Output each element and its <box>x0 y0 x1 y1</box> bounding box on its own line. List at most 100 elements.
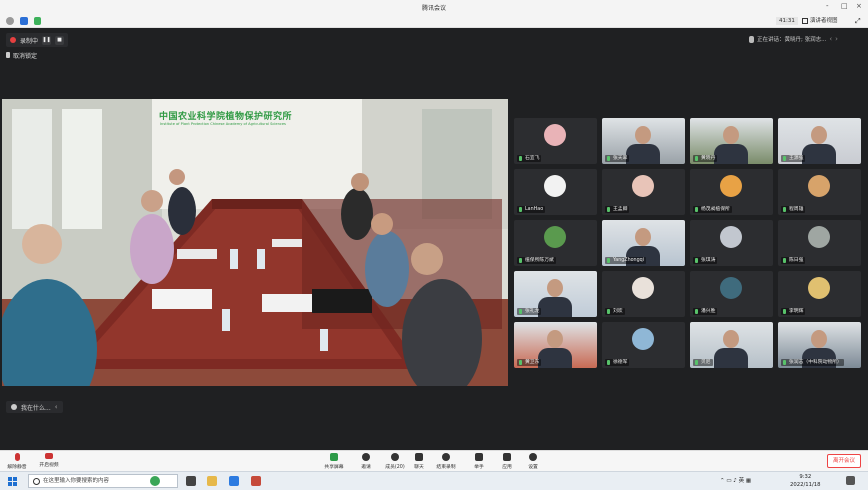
settings-label: 设置 <box>528 465 538 470</box>
recording-icon <box>10 37 16 43</box>
participant-tile[interactable]: 张润志（中科院动物所） <box>778 322 861 368</box>
participant-tile[interactable]: 黄晓丹 <box>690 118 773 164</box>
info-icon[interactable] <box>6 17 14 25</box>
participant-avatar <box>632 328 654 350</box>
participant-avatar <box>544 124 566 146</box>
participant-tile[interactable]: 王源强 <box>778 118 861 164</box>
windows-taskbar: 在这里输入你要搜索的内容 ⌃ ▭ ♪ 英 ▦ 9:32 2022/11/18 <box>0 471 868 490</box>
participant-avatar <box>632 175 654 197</box>
file-explorer-icon[interactable] <box>207 476 217 486</box>
participant-tile[interactable]: 植保所陈万斌 <box>514 220 597 266</box>
participant-tile[interactable]: 杨茂昶植保所 <box>690 169 773 215</box>
participant-name: 石宜飞 <box>517 155 542 162</box>
participant-tile[interactable]: 黄卫东 <box>514 322 597 368</box>
ime-indicator[interactable]: 英 <box>739 478 745 484</box>
talking-indicator: 正在讲话：黄晓丹; 张润志... ‹ › <box>749 33 838 45</box>
unlock-video-button[interactable]: 取消锁定 <box>6 50 37 60</box>
participant-tile[interactable]: 王孟卿 <box>602 169 685 215</box>
participant-avatar <box>808 175 830 197</box>
speaker-bar[interactable]: 我在什么... ‹ <box>6 401 63 413</box>
participant-name: 贝尼 <box>693 359 713 366</box>
participant-tile[interactable]: 陈日强 <box>778 220 861 266</box>
minimize-button[interactable]: - <box>826 2 829 10</box>
participant-name: LanHao <box>517 206 546 213</box>
system-tray[interactable]: ⌃ ▭ ♪ 英 ▦ <box>720 476 751 484</box>
raise-hand-button[interactable]: 举手 <box>466 453 492 470</box>
previous-page-button[interactable]: ‹ <box>829 35 832 43</box>
meeting-infobar: 41:31 演讲者视图 ⤢ <box>0 14 868 28</box>
weather-icon[interactable] <box>150 476 160 486</box>
chat-button[interactable]: 聊天 <box>406 453 432 470</box>
participant-tile[interactable]: 李明辉 <box>778 271 861 317</box>
stop-recording-button[interactable]: ■ <box>55 35 65 45</box>
next-page-button[interactable]: › <box>835 35 838 43</box>
chat-label: 聊天 <box>414 465 424 470</box>
participant-avatar <box>720 226 742 248</box>
participant-name: 王源强 <box>781 155 806 162</box>
participant-tile[interactable]: LanHao <box>514 169 597 215</box>
participant-name: 陈日强 <box>781 257 806 264</box>
participant-name: 张天翠 <box>605 155 630 162</box>
taskbar-clock[interactable]: 9:32 2022/11/18 <box>790 473 821 489</box>
participant-tile[interactable]: 刘欢 <box>602 271 685 317</box>
task-view-icon[interactable] <box>186 476 196 486</box>
notification-icon[interactable] <box>846 476 855 485</box>
participant-figure <box>723 126 739 144</box>
participant-avatar <box>808 277 830 299</box>
view-mode-button[interactable]: 演讲者视图 <box>801 17 838 25</box>
main-video[interactable]: 中国农业科学院植物保护研究所 Institute of Plant Protec… <box>2 99 508 386</box>
microphone-icon <box>749 35 754 43</box>
windows-start-icon[interactable] <box>8 477 17 486</box>
members-icon <box>391 453 399 461</box>
invite-label: 邀请 <box>361 465 371 470</box>
user-icon <box>11 404 17 410</box>
unmute-label: 解除静音 <box>7 465 27 470</box>
close-button[interactable]: × <box>856 2 862 10</box>
participant-name: 张礼龙 <box>517 308 542 315</box>
tencent-meeting-icon[interactable] <box>229 476 239 486</box>
participant-name: 植保所陈万斌 <box>517 257 556 264</box>
participant-name: 杨茂昶植保所 <box>693 206 732 213</box>
stop-recording-toolbar-button[interactable]: 结束录制 <box>433 453 459 470</box>
chat-icon <box>415 453 423 461</box>
share-screen-button[interactable]: 共享屏幕 <box>321 453 347 470</box>
participant-tile[interactable]: 潘兴胜 <box>690 271 773 317</box>
pause-recording-button[interactable]: ❚❚ <box>42 35 52 45</box>
participant-name: 徐德军 <box>605 359 630 366</box>
raise-hand-label: 举手 <box>474 465 484 470</box>
participant-name: YangZhongqi <box>605 257 647 264</box>
participant-name: 王孟卿 <box>605 206 630 213</box>
leave-meeting-button[interactable]: 离开会议 <box>827 454 861 468</box>
apps-button[interactable]: 应用 <box>494 453 520 470</box>
invite-button[interactable]: 邀请 <box>353 453 379 470</box>
signal-icon[interactable] <box>34 17 41 25</box>
unmute-button[interactable]: 解除静音 <box>4 453 30 470</box>
participant-name: 张琪涛 <box>693 257 718 264</box>
participant-tile[interactable]: 张琪涛 <box>690 220 773 266</box>
window-title: 腾讯会议 <box>421 5 446 12</box>
main-stage: 录制中 ❚❚ ■ 取消锁定 中国农业科学院植物保护研究所 Institute o… <box>0 28 509 450</box>
fullscreen-icon[interactable]: ⤢ <box>855 17 861 26</box>
app-icon[interactable] <box>251 476 261 486</box>
participant-tile[interactable]: 石宜飞 <box>514 118 597 164</box>
participant-tile[interactable]: 程周雄 <box>778 169 861 215</box>
maximize-button[interactable]: □ <box>841 2 848 10</box>
participant-name: 张润志（中科院动物所） <box>781 359 844 366</box>
participant-name: 黄晓丹 <box>693 155 718 162</box>
apps-label: 应用 <box>502 465 512 470</box>
participant-tile[interactable]: 徐德军 <box>602 322 685 368</box>
participant-tile[interactable]: 张天翠 <box>602 118 685 164</box>
talking-label: 正在讲话：黄晓丹; 张润志... <box>757 37 827 43</box>
invite-icon <box>362 453 370 461</box>
view-mode-label: 演讲者视图 <box>810 18 838 24</box>
settings-button[interactable]: 设置 <box>520 453 546 470</box>
participant-tile[interactable]: YangZhongqi <box>602 220 685 266</box>
start-video-button[interactable]: 开启视频 <box>36 453 62 468</box>
shield-icon[interactable] <box>20 17 28 25</box>
microphone-off-icon <box>14 453 20 461</box>
participant-tile[interactable]: 张礼龙 <box>514 271 597 317</box>
participant-tile[interactable]: 贝尼 <box>690 322 773 368</box>
clock-time: 9:32 <box>799 474 812 480</box>
collapse-icon[interactable]: ‹ <box>55 403 58 411</box>
members-button[interactable]: 成员(20) <box>382 453 408 470</box>
